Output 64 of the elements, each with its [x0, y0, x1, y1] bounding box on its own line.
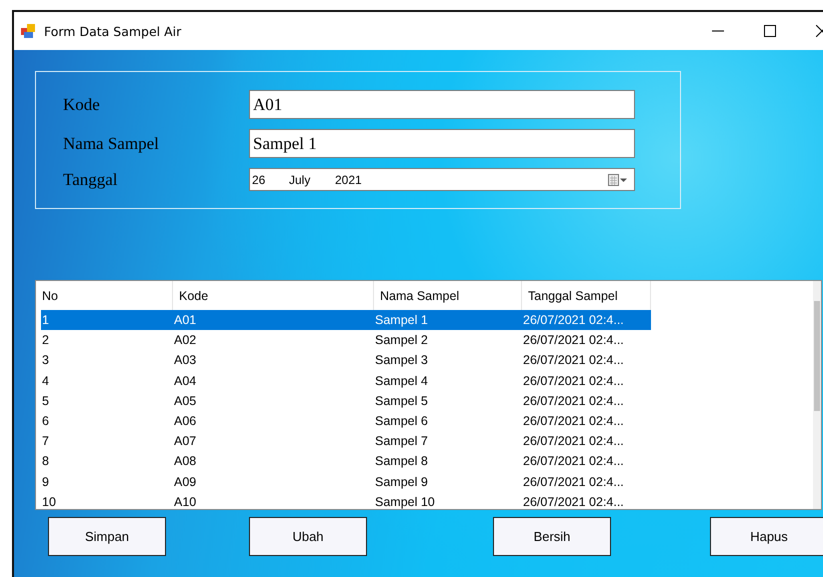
table-cell-text: 26/07/2021 02:4...: [522, 313, 625, 328]
table-cell-text: A09: [173, 474, 198, 489]
table-cell-text: 26/07/2021 02:4...: [522, 454, 625, 468]
list-row[interactable]: 5 A05 Sampel 5 26/07/2021 02:4...: [41, 390, 651, 411]
table-cell-text: 2: [41, 333, 50, 348]
table-cell-text: A05: [173, 394, 198, 408]
action-button[interactable]: Hapus: [710, 517, 823, 556]
table-cell-text: 1: [41, 313, 50, 328]
table-cell-text: 26/07/2021 02:4...: [522, 394, 625, 408]
list-row[interactable]: 3 A03 Sampel 3 26/07/2021 02:4...: [41, 350, 651, 371]
field-label: Kode: [63, 94, 101, 114]
table-cell-text: Sampel 5: [374, 394, 429, 408]
table-cell-text: A02: [173, 333, 198, 348]
list-row[interactable]: 10 A10 Sampel 10 26/07/2021 02:4...: [41, 492, 651, 509]
list-row[interactable]: 1 A01 Sampel 1 26/07/2021 02:4...: [41, 310, 651, 330]
table-cell-text: Sampel 4: [374, 374, 429, 388]
table-cell-text: 7: [41, 434, 50, 448]
text-field[interactable]: Sampel 1: [249, 129, 635, 158]
action-button[interactable]: Ubah: [249, 517, 367, 556]
table-cell-text: 26/07/2021 02:4...: [522, 353, 625, 368]
list-row[interactable]: 9 A09 Sampel 9 26/07/2021 02:4...: [41, 472, 651, 492]
table-cell-text: 8: [41, 454, 50, 468]
table-cell-text: A04: [173, 374, 198, 388]
action-button[interactable]: Bersih: [493, 517, 611, 556]
table-cell-text: Sampel 6: [374, 414, 429, 428]
table-cell-text: 3: [41, 353, 50, 368]
list-row[interactable]: 2 A02 Sampel 2 26/07/2021 02:4...: [41, 330, 651, 350]
list-row[interactable]: 7 A07 Sampel 7 26/07/2021 02:4...: [41, 431, 651, 452]
date-picker[interactable]: 26 July 2021: [249, 168, 635, 191]
table-cell-text: A10: [173, 494, 198, 509]
table-cell-text: Sampel 2: [374, 333, 429, 348]
table-cell-text: 26/07/2021 02:4...: [522, 374, 625, 388]
table-cell-text: 26/07/2021 02:4...: [522, 333, 625, 348]
table-cell-text: 4: [41, 374, 50, 388]
text-field[interactable]: A01: [249, 90, 635, 119]
table-cell-text: Sampel 1: [374, 313, 429, 328]
window-title: Form Data Sampel Air: [44, 24, 182, 38]
table-cell-text: 6: [41, 414, 50, 428]
action-button[interactable]: Simpan: [48, 517, 166, 556]
table-cell-text: 26/07/2021 02:4...: [522, 494, 625, 509]
list-row[interactable]: 6 A06 Sampel 6 26/07/2021 02:4...: [41, 410, 651, 432]
date-month: July: [289, 172, 312, 186]
table-cell-text: 9: [41, 474, 50, 489]
table-cell-text: 5: [41, 394, 50, 408]
table-cell-text: A03: [173, 353, 198, 368]
table-cell-text: 26/07/2021 02:4...: [522, 434, 625, 448]
table-cell-text: 26/07/2021 02:4...: [522, 414, 625, 428]
table-cell-text: 26/07/2021 02:4...: [522, 474, 625, 489]
date-day: 26: [252, 172, 289, 186]
table-cell-text: Sampel 8: [374, 454, 429, 468]
field-label: Tanggal: [63, 170, 119, 190]
list-row[interactable]: 8 A08 Sampel 8 26/07/2021 02:4...: [41, 451, 651, 472]
table-cell-text: Sampel 10: [374, 494, 436, 509]
table-cell-text: A06: [173, 414, 198, 428]
field-label: Nama Sampel: [63, 134, 160, 154]
list-row[interactable]: 4 A04 Sampel 4 26/07/2021 02:4...: [41, 370, 651, 391]
table-cell-text: Sampel 9: [374, 474, 429, 489]
date-year: 2021: [335, 172, 362, 186]
table-cell-text: A08: [173, 454, 198, 468]
table-cell-text: A07: [173, 434, 198, 448]
table-cell-text: Sampel 7: [374, 434, 429, 448]
table-cell-text: 10: [41, 494, 57, 509]
table-cell-text: A01: [173, 313, 198, 328]
table-cell-text: Sampel 3: [374, 353, 429, 368]
